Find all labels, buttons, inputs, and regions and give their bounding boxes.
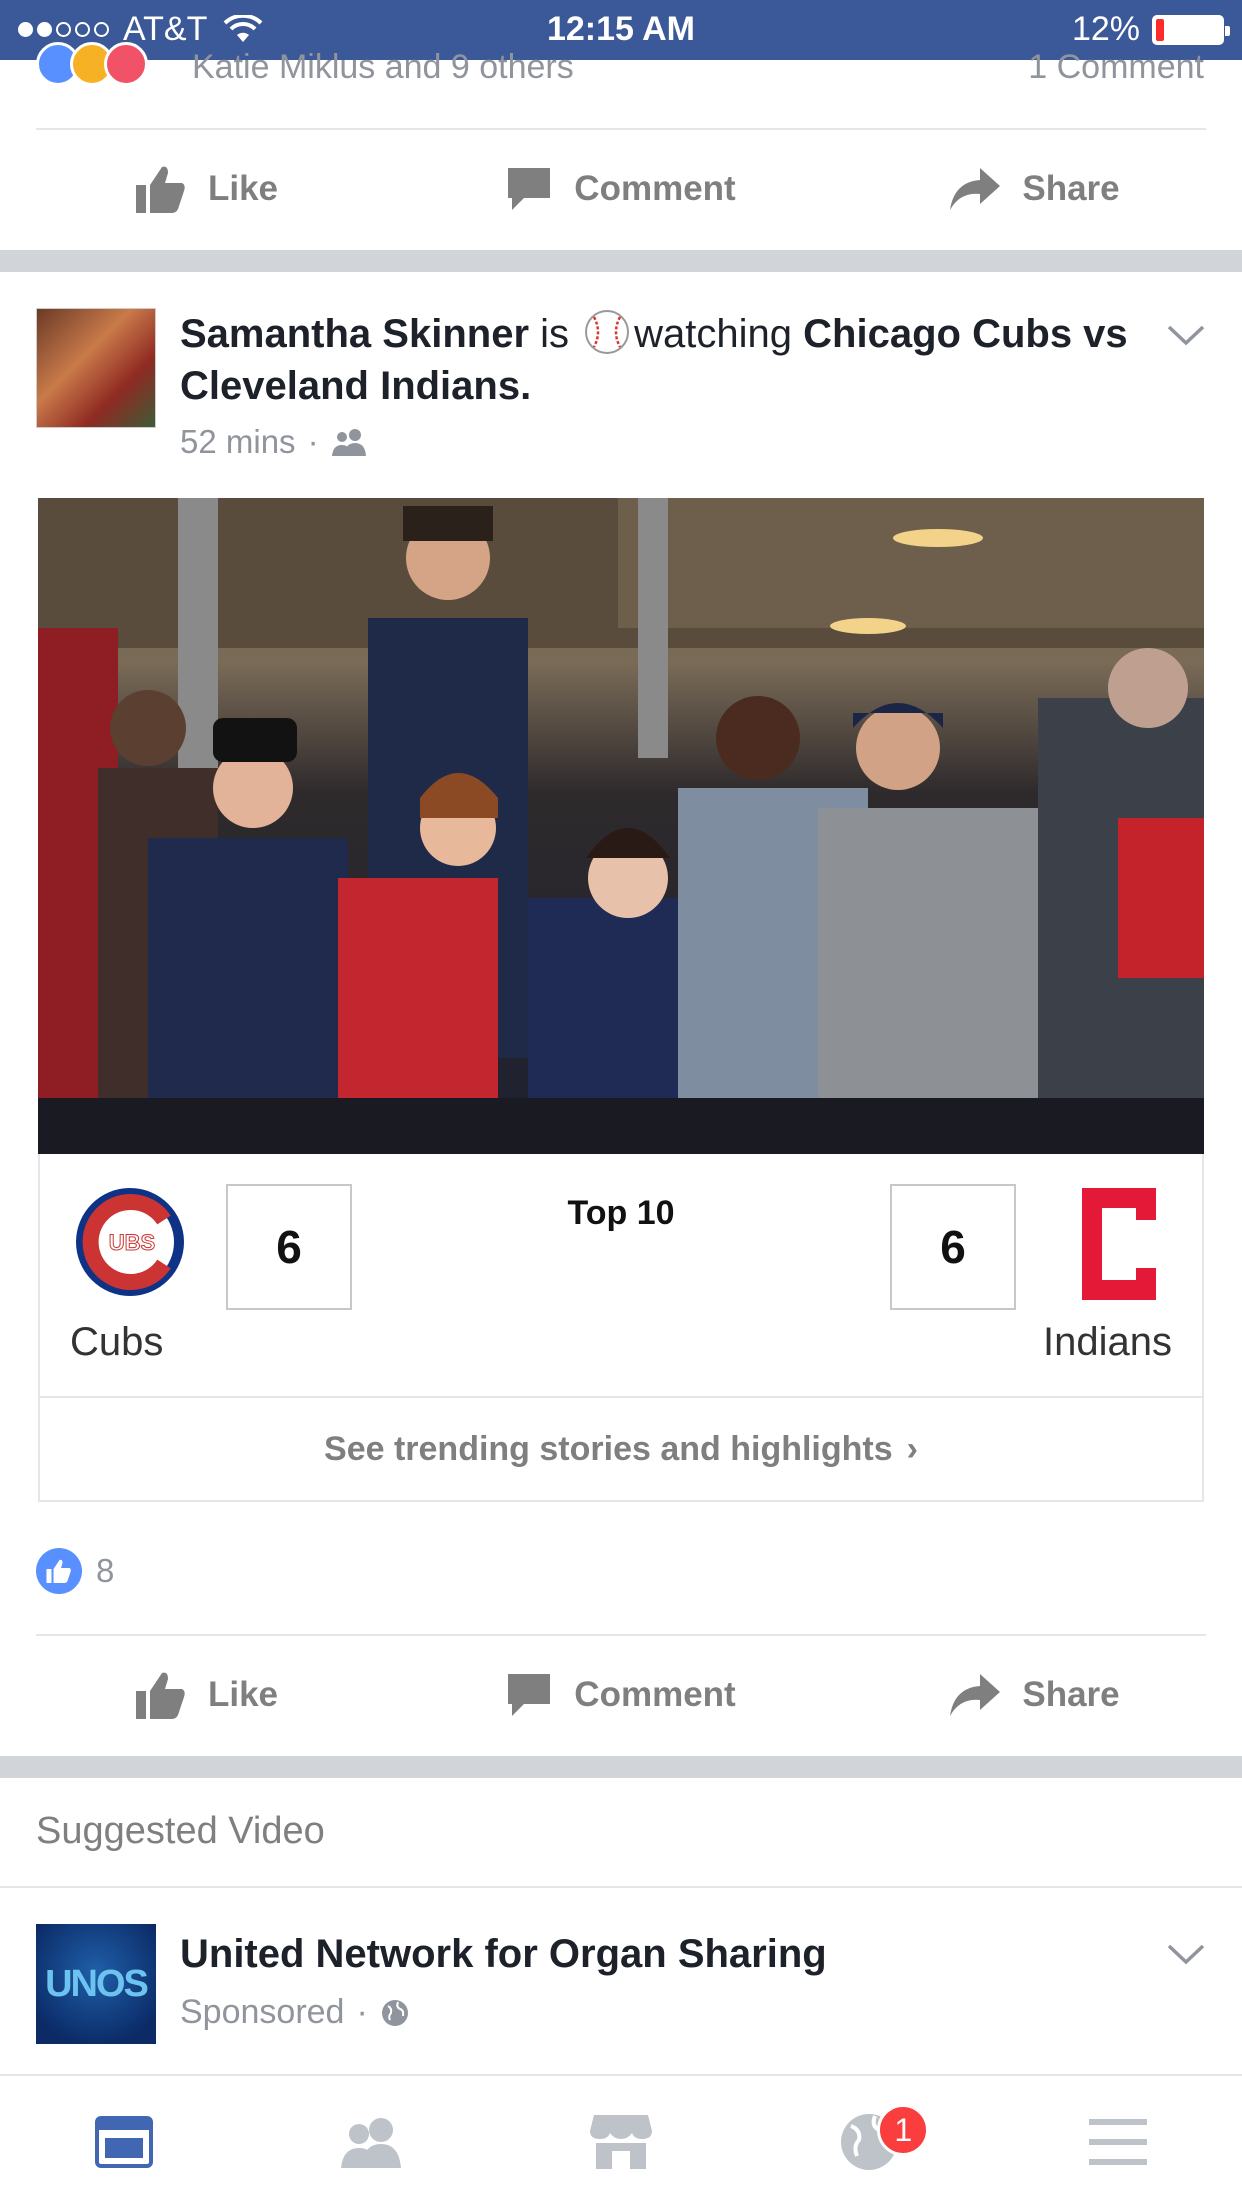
suggested-video-header: Suggested Video: [36, 1810, 325, 1852]
marketplace-icon: [590, 2115, 653, 2169]
love-reaction-icon: [104, 42, 148, 86]
cubs-logo-text: UBS: [109, 1230, 155, 1255]
meta-separator: ·: [356, 1993, 368, 2031]
share-label: Share: [1022, 169, 1120, 208]
tab-marketplace[interactable]: [497, 2076, 745, 2208]
chevron-down-icon[interactable]: [1166, 1942, 1206, 1966]
baseball-icon: [585, 310, 630, 354]
post-photo[interactable]: [38, 498, 1204, 1154]
post-actions: Like Comment Share: [0, 1640, 1242, 1750]
thumbs-up-icon: [135, 166, 185, 213]
comment-button[interactable]: Comment: [414, 134, 828, 244]
like-button[interactable]: Like: [0, 134, 414, 244]
divider: [36, 1634, 1206, 1636]
battery-percentage: 12%: [1071, 10, 1140, 48]
friends-icon: [331, 429, 366, 456]
share-label: Share: [1022, 1675, 1120, 1714]
like-button[interactable]: Like: [0, 1640, 414, 1750]
home-team-name: Cubs: [70, 1320, 164, 1364]
like-label: Like: [207, 169, 279, 208]
previous-post-summary: Katie Miklus and 9 others 1 Comment: [0, 42, 1242, 130]
likes-count: 8: [96, 1552, 115, 1589]
sponsor-name[interactable]: United Network for Organ Sharing: [180, 1932, 827, 1977]
share-button[interactable]: Share: [828, 134, 1242, 244]
friends-icon: [340, 2118, 401, 2168]
post-header: Samantha Skinner is watching Chicago Cub…: [180, 308, 1140, 412]
tab-news-feed[interactable]: [0, 2076, 248, 2208]
battery-icon: [1152, 14, 1230, 45]
tab-friends[interactable]: [248, 2076, 496, 2208]
like-label: Like: [207, 1675, 279, 1714]
notification-badge: 1: [877, 2104, 930, 2156]
divider: [36, 128, 1206, 130]
author-name[interactable]: Samantha Skinner: [180, 312, 529, 356]
likes-summary[interactable]: 8: [36, 1548, 114, 1594]
feed-separator: [0, 1756, 1242, 1778]
indians-logo-icon: [1082, 1188, 1156, 1300]
away-score: 6: [890, 1184, 1016, 1310]
crowd-photo-illustration: [38, 498, 1204, 1154]
activity-verb: is: [540, 312, 570, 356]
sponsored-label[interactable]: Sponsored: [180, 1993, 344, 2032]
share-button[interactable]: Share: [828, 1640, 1242, 1750]
author-avatar[interactable]: [36, 308, 156, 428]
reactions-text[interactable]: Katie Miklus and 9 others: [192, 48, 574, 87]
comments-count[interactable]: 1 Comment: [1028, 48, 1204, 87]
comment-label: Comment: [574, 1675, 736, 1714]
meta-separator: ·: [307, 423, 319, 460]
away-team-name: Indians: [1043, 1320, 1172, 1364]
sponsor-logo[interactable]: UNOS: [36, 1924, 156, 2044]
menu-icon: [1088, 2119, 1147, 2165]
like-reaction-icon: [36, 1548, 82, 1594]
post-meta: 52 mins ·: [180, 423, 367, 461]
news-feed-icon: [95, 2116, 154, 2168]
trending-stories-link[interactable]: See trending stories and highlights ›: [40, 1396, 1202, 1500]
sponsor-logo-text: UNOS: [45, 1962, 149, 2005]
clock: 12:15 AM: [546, 10, 696, 48]
feed-separator: [0, 250, 1242, 272]
trending-link-label: See trending stories and highlights: [324, 1429, 893, 1468]
tab-notifications[interactable]: 1: [745, 2076, 993, 2208]
bottom-tab-bar: 1: [0, 2074, 1242, 2208]
activity: watching: [634, 312, 793, 356]
chevron-right-icon: ›: [906, 1429, 918, 1468]
previous-post-actions: Like Comment Share: [0, 134, 1242, 244]
share-arrow-icon: [950, 1674, 1001, 1716]
chevron-down-icon[interactable]: [1166, 323, 1206, 347]
scoreboard-card[interactable]: UBS 6 Top 10 6 Cubs Indians See trending…: [38, 1154, 1204, 1502]
comment-icon: [508, 168, 551, 210]
comment-button[interactable]: Comment: [414, 1640, 828, 1750]
tab-menu[interactable]: [994, 2076, 1242, 2208]
thumbs-up-icon: [135, 1672, 185, 1719]
divider: [0, 1886, 1242, 1888]
reaction-icons[interactable]: [36, 42, 148, 86]
post-timestamp[interactable]: 52 mins: [180, 423, 296, 461]
sponsored-meta: Sponsored ·: [180, 1993, 410, 2032]
share-arrow-icon: [950, 168, 1001, 210]
inning-status: Top 10: [567, 1194, 675, 1232]
comment-label: Comment: [574, 169, 736, 208]
globe-icon: [381, 1999, 408, 2026]
comment-icon: [508, 1674, 551, 1716]
